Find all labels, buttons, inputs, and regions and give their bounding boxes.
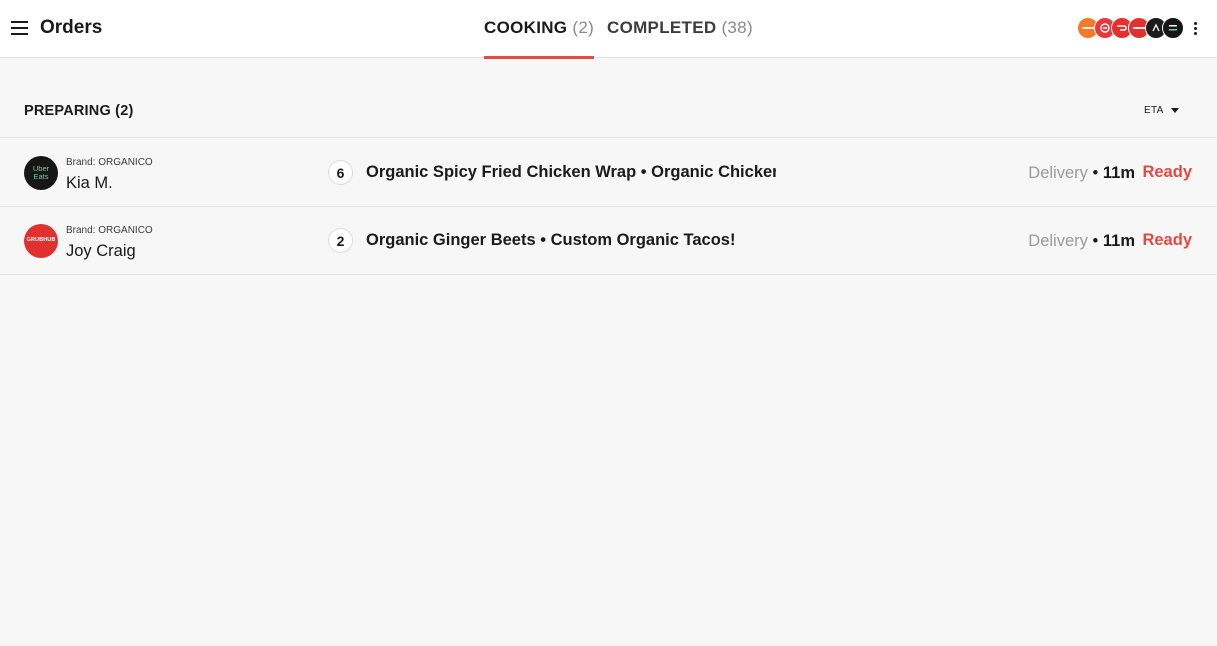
order-row[interactable]: Uber Eats Brand: ORGANICO Kia M. 6 Organ…: [0, 139, 1217, 207]
uber-eats-icon: [1162, 17, 1184, 39]
order-items: Organic Ginger Beets • Custom Organic Ta…: [366, 231, 736, 249]
tab-completed-label: COMPLETED: [607, 18, 717, 37]
tab-completed[interactable]: COMPLETED (38): [607, 0, 753, 58]
item-quantity-badge: 2: [328, 228, 353, 253]
customer-name: Kia M.: [66, 174, 113, 192]
tab-cooking-count: (2): [572, 18, 595, 37]
page-title: Orders: [40, 17, 103, 38]
delivery-eta: Delivery • 11m: [1028, 232, 1135, 251]
chevron-down-icon: [1171, 108, 1179, 113]
section-header: PREPARING (2) ETA: [0, 88, 1217, 138]
avatar-text: GRUBHUB: [26, 237, 56, 244]
eta-time: 11m: [1102, 164, 1135, 182]
tab-completed-count: (38): [721, 18, 753, 37]
top-bar: Orders COOKING (2) COMPLETED (38): [0, 0, 1217, 59]
delivery-mode: Delivery: [1028, 232, 1088, 250]
eta-time: 11m: [1102, 232, 1135, 250]
brand-label: Brand: ORGANICO: [66, 225, 153, 236]
sort-label: ETA: [1144, 105, 1164, 116]
brand-label: Brand: ORGANICO: [66, 157, 153, 168]
provider-icons[interactable]: [1077, 17, 1185, 39]
section-title: PREPARING (2): [24, 103, 134, 119]
more-options-icon[interactable]: [1191, 20, 1199, 36]
hamburger-menu-icon[interactable]: [11, 20, 28, 36]
item-quantity-badge: 6: [328, 160, 353, 185]
delivery-mode: Delivery: [1028, 164, 1088, 182]
uber-eats-logo: Uber Eats: [24, 156, 58, 190]
order-row[interactable]: GRUBHUB Brand: ORGANICO Joy Craig 2 Orga…: [0, 207, 1217, 275]
sort-dropdown[interactable]: ETA: [1144, 105, 1179, 119]
avatar-text: Uber Eats: [32, 164, 50, 181]
tab-cooking[interactable]: COOKING (2): [484, 0, 595, 59]
order-items: Organic Spicy Fried Chicken Wrap • Organ…: [366, 163, 776, 181]
customer-name: Joy Craig: [66, 242, 136, 260]
delivery-eta: Delivery • 11m: [1028, 164, 1135, 183]
separator: •: [1092, 164, 1099, 182]
tab-cooking-label: COOKING: [484, 18, 568, 37]
ready-button[interactable]: Ready: [1142, 231, 1192, 250]
grubhub-logo: GRUBHUB: [24, 224, 58, 258]
ready-button[interactable]: Ready: [1142, 163, 1192, 182]
separator: •: [1092, 232, 1099, 250]
